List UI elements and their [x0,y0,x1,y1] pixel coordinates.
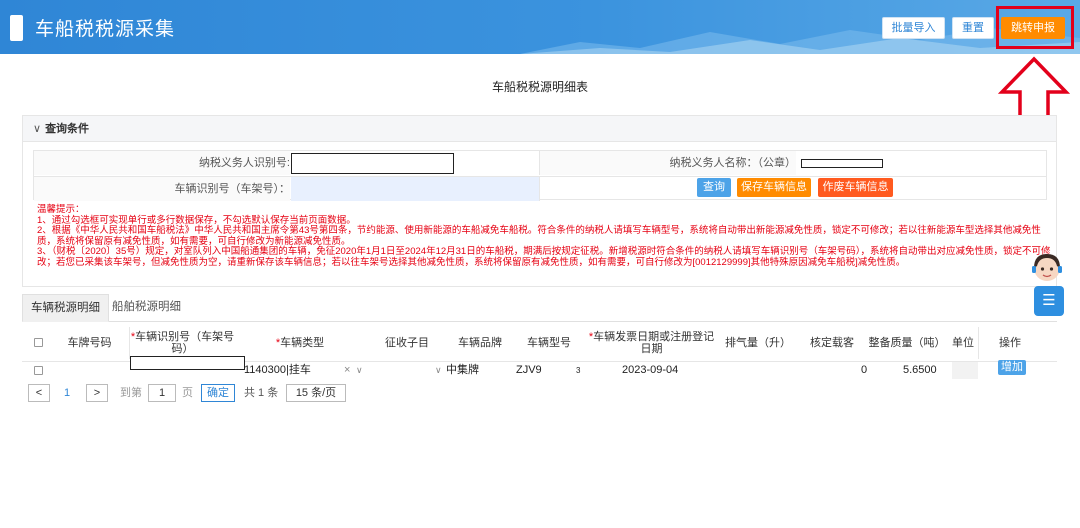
query-grid: 纳税义务人识别号: 纳税义务人名称：（公章） 车辆识别号（车架号）： [33,150,1047,201]
page-title: 车船税税源采集 [35,19,176,40]
query-heading: 查询条件 [45,123,90,135]
select-all-checkbox[interactable] [34,338,43,347]
chevron-down-icon: ∨ [33,123,42,135]
prev-page-button[interactable]: < [28,384,50,402]
taxpayer-id-input[interactable] [291,153,454,174]
highlight-box [996,6,1074,49]
save-vehicle-button[interactable]: 保存车辆信息 [737,178,811,197]
taxpayer-name-field[interactable] [801,159,883,168]
taxpayer-name-label: 纳税义务人名称：（公章） [540,151,796,175]
assistant-avatar-icon[interactable] [1030,252,1064,286]
next-page-button[interactable]: > [86,384,108,402]
tips-notice: 温馨提示： 1、通过勾选框可实现单行或多行数据保存，不勾选默认保存当前页面数据。… [37,204,1057,269]
header-action: 操作 [999,337,1021,349]
tips-title: 温馨提示： [37,204,85,215]
current-page[interactable]: 1 [64,384,70,402]
cell-plate[interactable] [62,362,122,379]
cell-brand[interactable]: 中集牌 [446,362,479,379]
header-tax-item: 征收子目 [385,337,429,349]
void-vehicle-button[interactable]: 作废车辆信息 [818,178,893,197]
page-size-select[interactable]: 15 条/页 [286,384,346,402]
chevron-down-icon[interactable]: ∨ [356,362,363,379]
vehicle-id-label: 车辆识别号（车架号）： [34,177,290,201]
side-menu-icon[interactable]: ☰ [1034,286,1064,316]
tab-ship-detail[interactable]: 船舶税源明细 [104,294,189,322]
column-divider [978,327,979,359]
taxpayer-id-label: 纳税义务人识别号: [34,151,290,175]
header-passengers: 核定载客 [810,337,854,349]
cell-passengers[interactable]: 0 [861,362,867,379]
query-row-1: 纳税义务人识别号: 纳税义务人名称：（公章） [34,151,1046,176]
cell-curb-weight[interactable]: 5.6500 [903,362,937,379]
search-button[interactable]: 查询 [697,178,731,197]
header-reg-date-text: 车辆发票日期或注册登记日期 [593,331,715,355]
total-count: 共 1 条 [244,387,279,399]
column-divider [539,177,540,201]
cell-unit [952,362,978,379]
confirm-button[interactable]: 确定 [201,384,235,402]
clear-icon[interactable]: × [344,362,350,379]
vehicle-table: 车牌号码 *车辆识别号（车架号码） *车辆类型 征收子目 车辆品牌 车辆型号 *… [22,325,1057,379]
table-title: 车船税税源明细表 [491,80,588,94]
header-vehicle-type-text: 车辆类型 [280,337,325,349]
header-vin-text: 车辆识别号（车架号码） [135,331,235,355]
goto-label: 到第 [120,387,142,399]
header-reg-date: *车辆发票日期或注册登记日期 [588,331,715,355]
header-accent-bar [10,15,23,41]
tax-item-dropdown-icon[interactable]: ∨ [435,362,442,379]
header-model: 车辆型号 [527,337,571,349]
tips-line-2: 2、根据《中华人民共和国车船税法》中华人民共和国主席令第43号第四条，节约能源、… [37,225,1041,247]
tips-line-3: 3、（财税〔2020〕35号）规定，对室队列入中国船通集团的车辆，免征2020年… [37,246,1051,268]
detail-tabs: 车辆税源明细 船舶税源明细 [22,294,1057,322]
batch-import-button[interactable]: 批量导入 [882,17,945,39]
header-vehicle-type: *车辆类型 [275,337,325,349]
cell-model[interactable]: ZJV9 [516,362,542,379]
query-header[interactable]: ∨ 查询条件 [23,116,1056,142]
row-checkbox[interactable] [34,366,43,375]
cell-reg-date[interactable]: 2023-09-04 [622,362,678,379]
header-plate: 车牌号码 [67,337,112,349]
header-curb-weight: 整备质量（吨） [868,337,946,349]
cell-model-overflow: 3 [576,366,581,375]
tab-vehicle-detail[interactable]: 车辆税源明细 [22,294,109,322]
reset-button[interactable]: 重置 [952,17,994,39]
vehicle-id-input[interactable] [291,177,539,201]
app-header: 车船税税源采集 批量导入 重置 跳转申报 [0,0,1080,54]
header-displacement: 排气量（升） [725,337,791,349]
cell-vehicle-type[interactable]: 1140300|挂车 [244,362,311,379]
query-panel: ∨ 查询条件 纳税义务人识别号: 纳税义务人名称：（公章） 车辆识别号（车架号）：… [22,115,1057,287]
page-label: 页 [182,387,193,399]
header-unit: 单位 [952,337,974,349]
header-brand: 车辆品牌 [458,337,502,349]
goto-page-input[interactable]: 1 [148,384,176,402]
add-row-button[interactable]: 增加 [998,360,1026,375]
query-row-2: 车辆识别号（车架号）： [34,176,1046,201]
cell-vin-input[interactable] [130,356,245,370]
